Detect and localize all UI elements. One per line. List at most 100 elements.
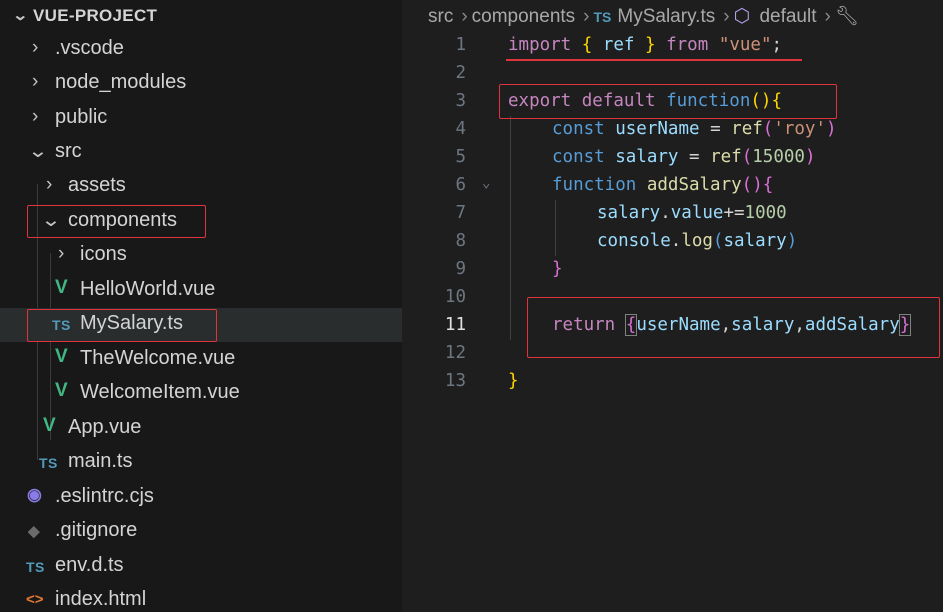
paren-token: ( — [712, 231, 724, 251]
breadcrumb-item-file[interactable]: MySalary.ts — [617, 6, 715, 27]
code-text: import { ref } from "vue"; — [508, 35, 782, 55]
line-number: 10 — [444, 287, 466, 307]
typescript-file-icon: TS — [593, 9, 612, 25]
code-text: const userName = ref('roy') — [552, 119, 837, 139]
tree-item-app-vue[interactable]: V App.vue — [0, 412, 402, 446]
code-line[interactable]: 9 } — [402, 256, 943, 284]
tree-item-index-html[interactable]: <> index.html — [0, 584, 402, 612]
project-title: VUE-PROJECT — [33, 6, 158, 25]
tree-item-welcomeitem-vue[interactable]: V WelcomeItem.vue — [0, 377, 402, 411]
typescript-file-icon: TS — [26, 559, 45, 575]
identifier-token: salary — [731, 315, 795, 335]
code-text: function addSalary(){ — [552, 175, 773, 195]
brace-token: { — [624, 314, 638, 336]
chevron-right-icon: › — [723, 6, 730, 27]
line-number: 5 — [455, 147, 466, 167]
paren-token: ( — [741, 147, 753, 167]
operator-token: += — [723, 203, 745, 223]
tree-item-label: src — [55, 140, 82, 162]
tree-item-main-ts[interactable]: TS main.ts — [0, 446, 402, 480]
line-number: 12 — [444, 343, 466, 363]
tree-item-eslintrc[interactable]: ◉ .eslintrc.cjs — [0, 481, 402, 515]
code-line[interactable]: 6 ⌄ function addSalary(){ — [402, 172, 943, 200]
code-line[interactable]: 7 salary.value+=1000 — [402, 200, 943, 228]
explorer-project-header[interactable]: ⌄ VUE-PROJECT — [0, 0, 402, 32]
identifier-token: salary — [723, 231, 787, 251]
code-text: salary.value+=1000 — [597, 203, 787, 223]
tree-item-label: icons — [80, 243, 127, 265]
line-number: 2 — [455, 63, 466, 83]
chevron-down-icon: ⌄ — [12, 7, 29, 24]
punctuation-token: . — [660, 203, 671, 223]
code-line[interactable]: 2 — [402, 60, 943, 88]
keyword-token: const — [552, 119, 605, 139]
tree-item-vscode[interactable]: › .vscode — [0, 33, 402, 67]
code-line-active[interactable]: 11 return {userName,salary,addSalary} — [402, 312, 943, 340]
tree-item-assets[interactable]: › assets — [0, 170, 402, 204]
tree-item-node-modules[interactable]: › node_modules — [0, 67, 402, 101]
tree-item-label: public — [55, 106, 108, 128]
paren-token: ) — [786, 231, 798, 251]
paren-token: ) — [804, 147, 816, 167]
tree-item-label: node_modules — [55, 71, 187, 93]
keyword-token: function — [666, 91, 751, 111]
function-token: addSalary — [646, 175, 742, 195]
code-text: export default function(){ — [508, 91, 782, 111]
code-text: } — [552, 259, 563, 279]
breadcrumb: src › components › TS MySalary.ts › ⬡ default › 🔧… — [428, 4, 863, 30]
keyword-token: export — [508, 91, 572, 111]
brace-token: } — [552, 259, 563, 279]
tree-item-gitignore[interactable]: ◆ .gitignore — [0, 515, 402, 549]
code-line[interactable]: 5 const salary = ref(15000) — [402, 144, 943, 172]
tree-item-helloworld-vue[interactable]: V HelloWorld.vue — [0, 274, 402, 308]
paren-token: () — [741, 175, 763, 195]
code-line[interactable]: 8 console.log(salary) — [402, 228, 943, 256]
identifier-token: ref — [602, 35, 635, 55]
code-line[interactable]: 4 const userName = ref('roy') — [402, 116, 943, 144]
code-line[interactable]: 1 import { ref } from "vue"; — [402, 32, 943, 60]
punctuation-token: , — [720, 315, 732, 335]
identifier-token: addSalary — [804, 315, 900, 335]
code-line[interactable]: 10 — [402, 284, 943, 312]
tree-item-label: assets — [68, 174, 126, 196]
string-token: "vue" — [718, 35, 772, 55]
chevron-right-icon: › — [32, 37, 39, 58]
code-line[interactable]: 3 export default function(){ — [402, 88, 943, 116]
code-line[interactable]: 13 } — [402, 368, 943, 396]
tree-item-public[interactable]: › public — [0, 102, 402, 136]
keyword-token: function — [552, 175, 637, 195]
tree-item-label: TheWelcome.vue — [80, 347, 236, 369]
paren-token: ( — [762, 119, 774, 139]
tree-item-label: App.vue — [68, 416, 142, 438]
identifier-token: console — [597, 231, 671, 251]
chevron-down-icon: ⌄ — [40, 210, 62, 231]
breadcrumb-item-components[interactable]: components — [472, 6, 576, 27]
tree-item-label: WelcomeItem.vue — [80, 381, 240, 403]
breadcrumb-item-symbol[interactable]: default — [759, 6, 816, 27]
tree-item-label: HelloWorld.vue — [80, 278, 216, 300]
tree-item-label: main.ts — [68, 450, 133, 472]
tree-item-thewelcome-vue[interactable]: V TheWelcome.vue — [0, 343, 402, 377]
breadcrumb-item-src[interactable]: src — [428, 6, 453, 27]
tree-item-components[interactable]: ⌄ components — [0, 205, 402, 239]
code-text: const salary = ref(15000) — [552, 147, 815, 167]
tree-item-env-d-ts[interactable]: TS env.d.ts — [0, 550, 402, 584]
brace-token: } — [898, 314, 912, 336]
brace-token: { — [581, 35, 593, 55]
chevron-right-icon: › — [46, 174, 53, 195]
vue-file-icon: V — [43, 415, 56, 436]
explorer-sidebar: ⌄ VUE-PROJECT › .vscode › node_modules ›… — [0, 0, 402, 612]
code-editor[interactable]: src › components › TS MySalary.ts › ⬡ default › 🔧… — [402, 0, 943, 612]
tree-item-label: .vscode — [55, 37, 124, 59]
tree-item-src[interactable]: ⌄ src — [0, 136, 402, 170]
tree-item-mysalary-ts[interactable]: TS MySalary.ts — [0, 308, 402, 342]
fold-chevron-icon[interactable]: ⌄ — [482, 175, 490, 191]
code-line[interactable]: 12 — [402, 340, 943, 368]
symbol-cube-icon: ⬡ — [733, 6, 751, 27]
line-number: 1 — [455, 35, 466, 55]
line-number: 11 — [444, 315, 466, 335]
tree-item-icons[interactable]: › icons — [0, 239, 402, 273]
punctuation-token: ; — [771, 35, 783, 55]
chevron-right-icon: › — [32, 71, 39, 92]
code-text: console.log(salary) — [597, 231, 797, 251]
